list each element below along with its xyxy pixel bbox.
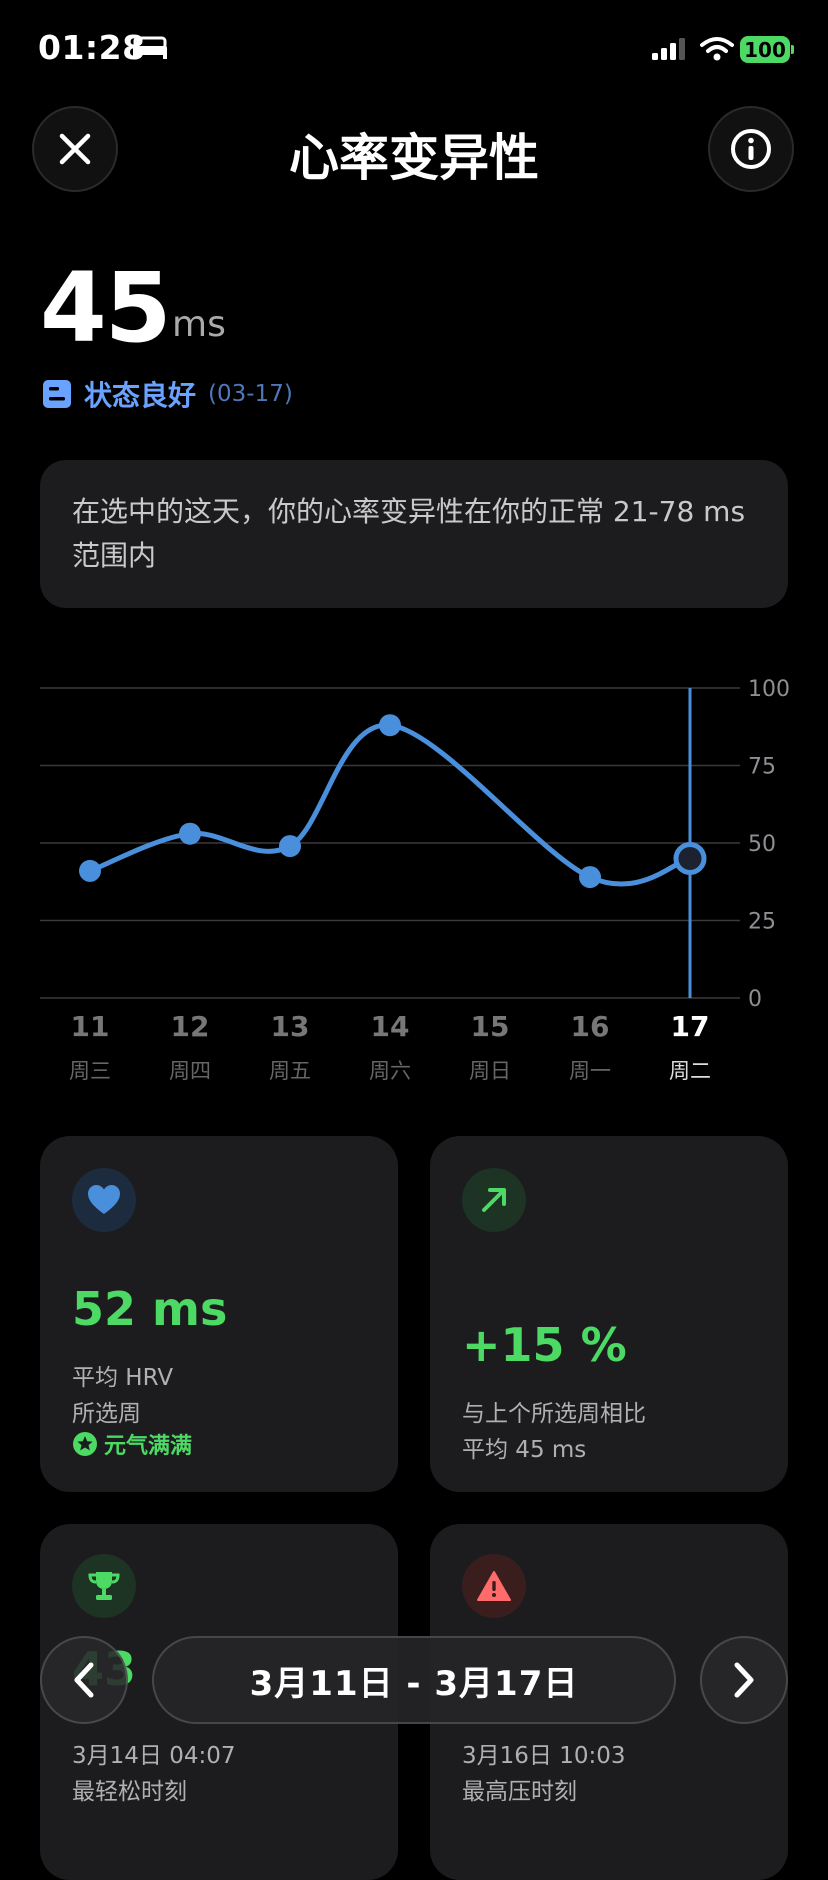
battery-tip bbox=[791, 45, 794, 54]
y-tick-label: 75 bbox=[748, 755, 776, 780]
y-tick-label: 0 bbox=[748, 987, 762, 1012]
best-time: 3月14日 04:07 bbox=[72, 1743, 236, 1769]
hrv-unit: ms bbox=[172, 304, 226, 345]
energy-badge: 元气满满 bbox=[72, 1428, 192, 1460]
data-point bbox=[179, 822, 201, 845]
hrv-series-line bbox=[87, 722, 693, 887]
change-value: +15 % bbox=[462, 1318, 627, 1372]
next-week-button[interactable] bbox=[700, 1636, 788, 1724]
x-tick-day: 12 bbox=[171, 1010, 210, 1043]
avg-hrv-value: 52 ms bbox=[72, 1282, 228, 1336]
heart-icon-badge bbox=[72, 1168, 136, 1232]
x-tick-weekday: 周三 bbox=[69, 1059, 111, 1083]
x-tick-day: 14 bbox=[371, 1010, 410, 1043]
change-label: 与上个所选周相比 bbox=[462, 1401, 646, 1427]
data-point bbox=[379, 714, 401, 737]
x-tick-day: 13 bbox=[271, 1010, 310, 1043]
trophy-icon bbox=[88, 1572, 120, 1600]
best-label: 最轻松时刻 bbox=[72, 1779, 187, 1805]
chevron-left-icon bbox=[74, 1662, 94, 1698]
trend-icon-badge bbox=[462, 1168, 526, 1232]
status-row: 状态良好 (03-17) bbox=[42, 374, 293, 414]
energy-badge-label: 元气满满 bbox=[104, 1434, 193, 1459]
battery-indicator: 100 bbox=[740, 36, 790, 63]
x-tick-day: 17 bbox=[671, 1010, 710, 1043]
y-tick-label: 25 bbox=[748, 910, 776, 935]
chevron-right-icon bbox=[734, 1662, 754, 1698]
page-title: 心率变异性 bbox=[289, 129, 539, 187]
stress-label: 最高压时刻 bbox=[462, 1779, 577, 1805]
avg-hrv-period: 所选周 bbox=[72, 1401, 141, 1427]
trend-up-icon bbox=[482, 1188, 506, 1212]
date-range-selector[interactable]: 3月11日 - 3月17日 bbox=[152, 1636, 676, 1724]
x-tick-weekday: 周五 bbox=[269, 1059, 311, 1083]
warning-icon-badge bbox=[462, 1554, 526, 1618]
warning-icon bbox=[477, 1571, 511, 1601]
status-time: 01:28 bbox=[38, 28, 146, 67]
signal-icon bbox=[652, 38, 685, 60]
hrv-value: 45 bbox=[40, 252, 172, 364]
status-label: 状态良好 bbox=[84, 379, 197, 412]
avg-hrv-label: 平均 HRV bbox=[72, 1365, 174, 1391]
previous-week-button[interactable] bbox=[40, 1636, 128, 1724]
trophy-icon-badge bbox=[72, 1554, 136, 1618]
info-icon bbox=[731, 129, 771, 169]
report-icon bbox=[43, 380, 71, 408]
status-date: (03-17) bbox=[208, 381, 293, 407]
data-point-selected bbox=[673, 842, 707, 875]
stress-time: 3月16日 10:03 bbox=[462, 1743, 626, 1769]
x-tick-day: 16 bbox=[571, 1010, 610, 1043]
x-tick-weekday: 周二 bbox=[669, 1059, 711, 1083]
x-tick-day: 11 bbox=[71, 1010, 110, 1043]
bed-icon bbox=[133, 36, 167, 59]
heart-icon bbox=[88, 1185, 120, 1214]
wifi-icon bbox=[700, 37, 734, 61]
avg-hrv-card[interactable]: 52 ms 平均 HRV 所选周 元气满满 bbox=[40, 1136, 398, 1492]
data-point bbox=[279, 835, 301, 858]
data-point bbox=[79, 859, 101, 882]
change-average: 平均 45 ms bbox=[462, 1437, 587, 1463]
star-icon bbox=[73, 1432, 97, 1456]
x-tick-weekday: 周四 bbox=[169, 1059, 211, 1083]
y-tick-label: 50 bbox=[748, 832, 776, 857]
y-tick-label: 100 bbox=[748, 677, 790, 702]
x-tick-day: 15 bbox=[471, 1010, 510, 1043]
x-tick-weekday: 周日 bbox=[469, 1059, 511, 1083]
data-point bbox=[579, 866, 601, 889]
change-card[interactable]: +15 % 与上个所选周相比 平均 45 ms bbox=[430, 1136, 788, 1492]
x-tick-weekday: 周六 bbox=[369, 1059, 411, 1083]
x-tick-weekday: 周一 bbox=[569, 1059, 611, 1083]
hrv-chart[interactable]: 0 25 50 75 100 11 周三 12 周四 13 周五 14 周六 15 周日 16 周一 17 周二 bbox=[0, 660, 828, 1100]
range-description: 在选中的这天，你的心率变异性在你的正常 21-78 ms 范围内 bbox=[40, 460, 788, 608]
info-button[interactable] bbox=[708, 106, 794, 192]
